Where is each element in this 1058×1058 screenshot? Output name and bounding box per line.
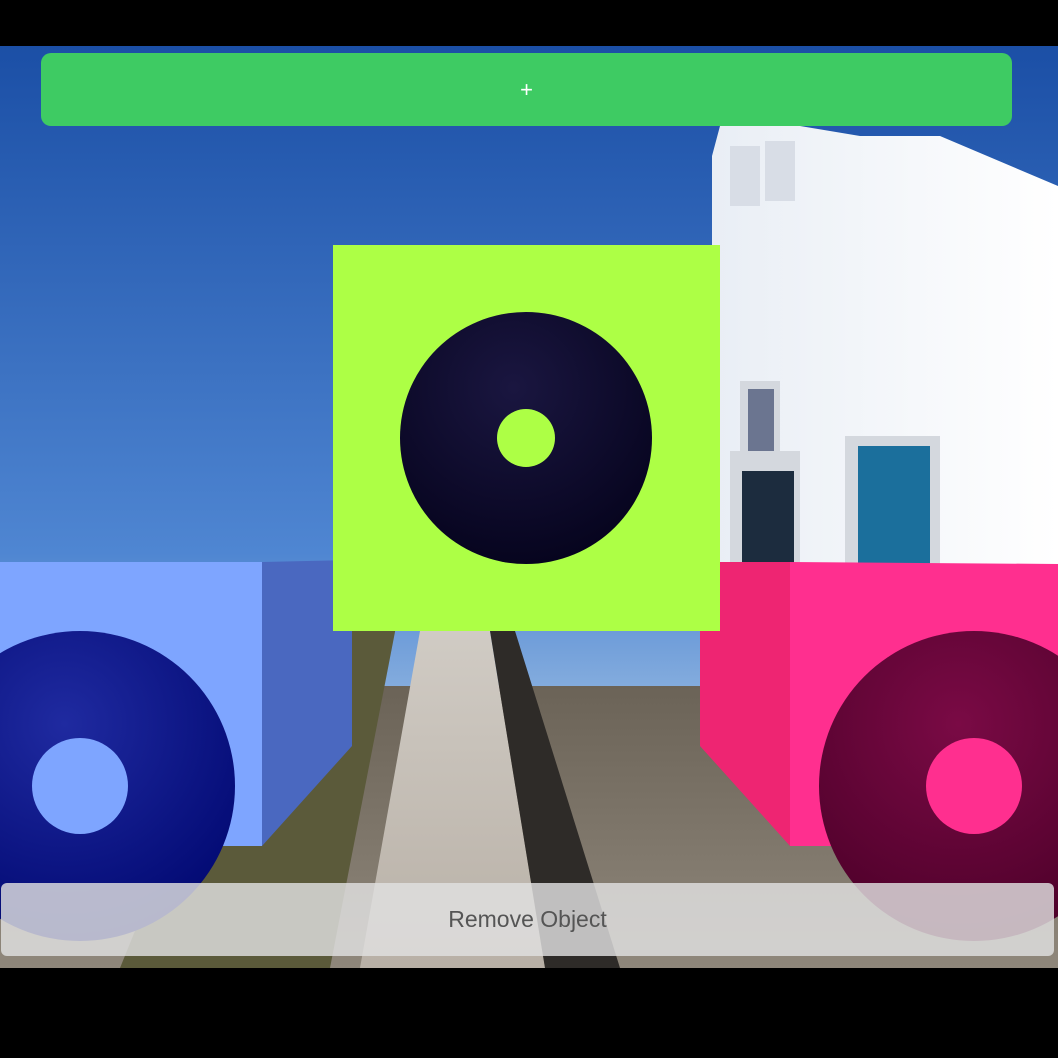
add-object-button[interactable]: + (41, 53, 1012, 126)
scene-canvas[interactable] (0, 46, 1058, 968)
green-cube-object[interactable] (333, 245, 720, 631)
3d-viewport[interactable] (0, 46, 1058, 968)
app-root: + Remove Object (0, 0, 1058, 1058)
dark-torus[interactable] (400, 312, 652, 564)
remove-object-button[interactable]: Remove Object (1, 883, 1054, 956)
